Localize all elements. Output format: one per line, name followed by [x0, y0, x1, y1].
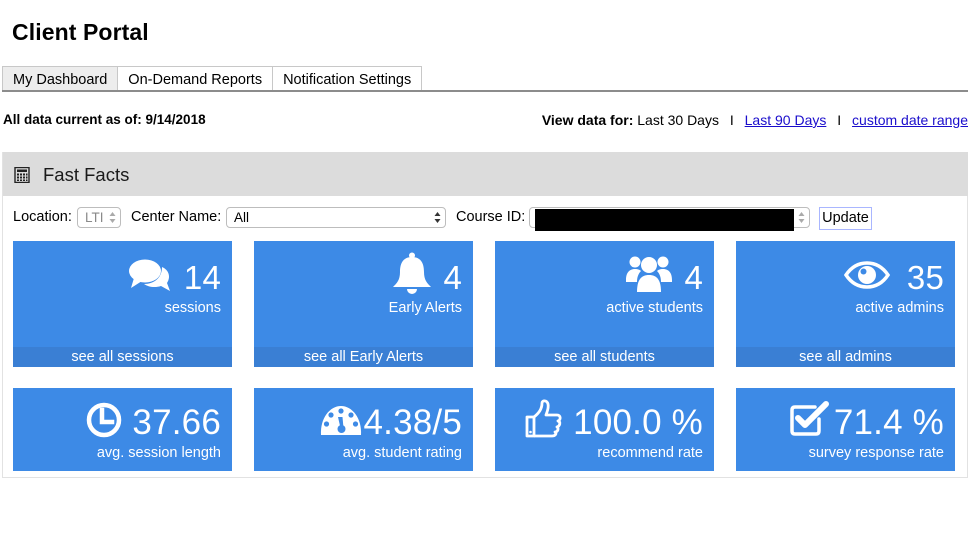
tab-on-demand-reports[interactable]: On-Demand Reports: [117, 66, 274, 91]
see-all-sessions-link[interactable]: see all sessions: [13, 347, 232, 367]
location-select[interactable]: LTI: [77, 207, 121, 228]
custom-date-range-link[interactable]: custom date range: [852, 112, 968, 128]
sessions-value: 14: [183, 259, 221, 296]
recommend-rate-label: recommend rate: [597, 445, 703, 461]
select-arrows-icon: [798, 212, 805, 223]
active-admins-value: 35: [906, 259, 944, 296]
view-data-label: View data for:: [541, 112, 634, 128]
update-button[interactable]: Update: [819, 207, 872, 230]
panel-header: Fast Facts: [3, 152, 968, 196]
early-alerts-tile[interactable]: 4 Early Alerts see all Early Alerts: [254, 241, 473, 367]
filter-bar: Location: LTI Center Name: All Course ID…: [13, 206, 963, 231]
avg-student-rating-value: 4.38/5: [363, 403, 462, 442]
see-all-admins-link[interactable]: see all admins: [736, 347, 955, 367]
see-all-early-alerts-link[interactable]: see all Early Alerts: [254, 347, 473, 367]
center-name-select[interactable]: All: [226, 207, 446, 228]
avg-session-length-tile[interactable]: 37.66 avg. session length: [13, 388, 232, 471]
sessions-tile[interactable]: 14 sessions see all sessions: [13, 241, 232, 367]
date-range-selector: View data for: Last 30 Days I Last 90 Da…: [542, 112, 968, 128]
active-students-value: 4: [684, 259, 703, 296]
active-students-label: active students: [606, 300, 703, 316]
calculator-icon: [14, 167, 30, 183]
page-title: Client Portal: [12, 19, 149, 45]
comments-icon: [129, 259, 170, 291]
course-id-label: Course ID:: [456, 209, 526, 225]
location-label: Location:: [13, 209, 72, 225]
thumbs-up-icon: [525, 399, 562, 438]
active-admins-tile[interactable]: 35 active admins see all admins: [736, 241, 955, 367]
recommend-rate-tile[interactable]: 100.0 % recommend rate: [495, 388, 714, 471]
active-admins-label: active admins: [855, 300, 944, 316]
redacted-course-id: [535, 209, 794, 231]
survey-response-rate-tile[interactable]: 71.4 % survey response rate: [736, 388, 955, 471]
current-range: Last 30 Days: [637, 112, 719, 128]
separator: I: [729, 112, 734, 128]
see-all-students-link[interactable]: see all students: [495, 347, 714, 367]
avg-student-rating-tile[interactable]: 4.38/5 avg. student rating: [254, 388, 473, 471]
eye-icon: [844, 261, 890, 289]
early-alerts-value: 4: [443, 259, 462, 296]
tab-my-dashboard[interactable]: My Dashboard: [2, 66, 119, 91]
course-id-select[interactable]: [529, 207, 810, 231]
avg-session-length-label: avg. session length: [96, 445, 221, 461]
separator: I: [837, 112, 842, 128]
center-name-value: All: [234, 210, 250, 225]
location-value: LTI: [85, 210, 104, 225]
survey-response-rate-value: 71.4 %: [833, 403, 944, 442]
tab-divider: [2, 90, 968, 92]
panel-title: Fast Facts: [43, 164, 130, 185]
avg-student-rating-label: avg. student rating: [342, 445, 462, 461]
clock-icon: [86, 402, 122, 438]
active-students-tile[interactable]: 4 active students see all students: [495, 241, 714, 367]
avg-session-length-value: 37.66: [132, 403, 221, 442]
tab-bar: My Dashboard On-Demand Reports Notificat…: [2, 66, 423, 91]
dashboard-gauge-icon: [320, 406, 362, 435]
users-icon: [626, 256, 672, 292]
center-name-label: Center Name:: [131, 209, 222, 225]
data-as-of-text: All data current as of: 9/14/2018: [3, 112, 206, 127]
select-arrows-icon: [434, 212, 441, 223]
last-90-days-link[interactable]: Last 90 Days: [745, 112, 827, 128]
select-arrows-icon: [109, 212, 116, 223]
early-alerts-label: Early Alerts: [388, 300, 462, 316]
bell-icon: [393, 252, 431, 294]
tab-notification-settings[interactable]: Notification Settings: [272, 66, 423, 91]
check-square-icon: [790, 401, 829, 436]
sessions-label: sessions: [164, 300, 221, 316]
recommend-rate-value: 100.0 %: [573, 403, 703, 442]
survey-response-rate-label: survey response rate: [808, 445, 944, 461]
